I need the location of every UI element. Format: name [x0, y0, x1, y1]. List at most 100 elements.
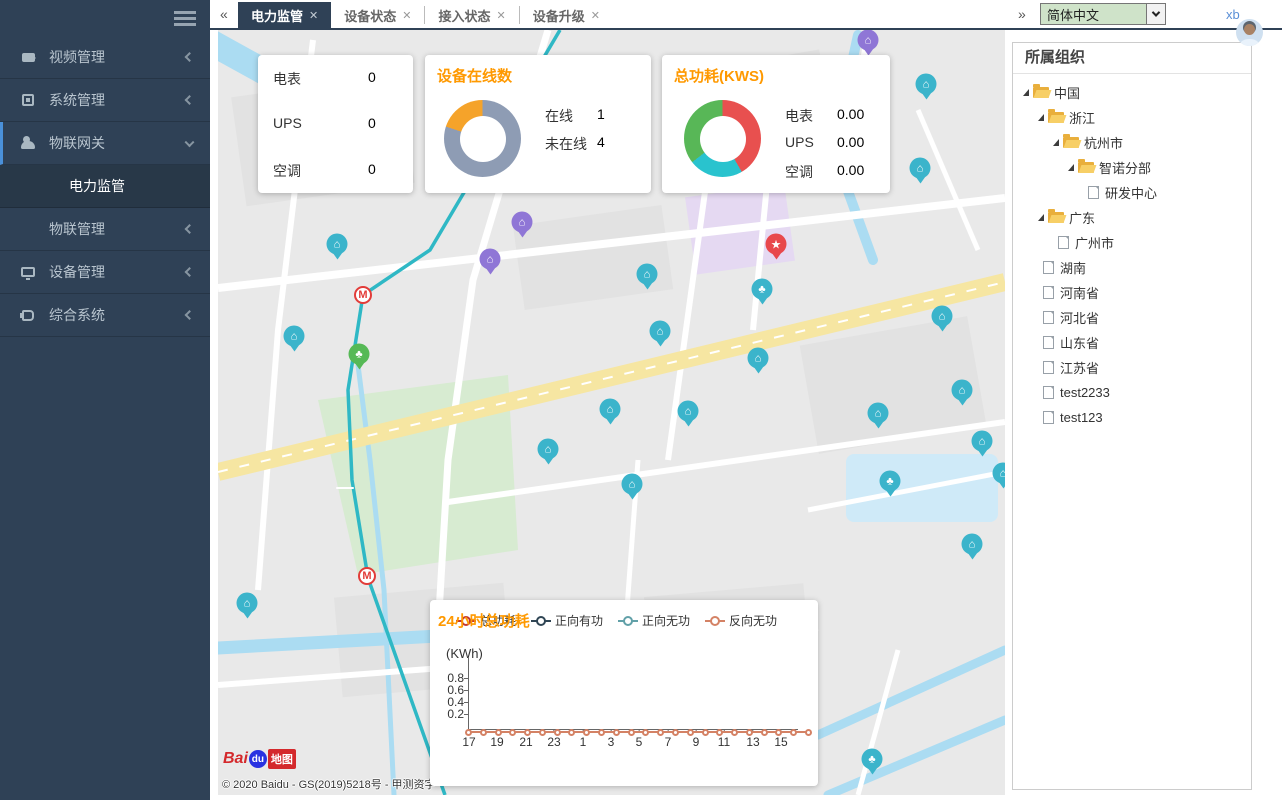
sidebar-item[interactable]: 物联管理: [0, 208, 210, 251]
tree-expander-icon[interactable]: [1023, 89, 1029, 96]
chart-legend-item[interactable]: 正向有功: [531, 612, 603, 629]
map-marker-icon[interactable]: ⌂: [916, 74, 937, 95]
collapse-tabs-icon[interactable]: «: [220, 6, 228, 22]
baidu-logo[interactable]: Bai du 地图: [223, 748, 296, 770]
map-marker-icon[interactable]: ⌂: [952, 380, 973, 401]
tab[interactable]: 电力监管 ✕: [238, 2, 331, 28]
map-marker-icon[interactable]: ⌂: [237, 593, 258, 614]
sidebar-item[interactable]: 系统管理: [0, 79, 210, 122]
tree-node-label: 浙江: [1069, 108, 1095, 127]
hamburger-menu-icon[interactable]: [174, 11, 196, 26]
marker-glyph: ⌂: [969, 538, 976, 550]
tree-expander-icon[interactable]: [1038, 214, 1044, 221]
tree-node[interactable]: test2233: [1013, 380, 1251, 405]
file-icon: [1043, 261, 1054, 274]
device-count-card: 电表 0 UPS 0 空调 0: [258, 55, 413, 193]
data-point-marker: [509, 729, 516, 736]
map-marker-icon[interactable]: ⌂: [327, 234, 348, 255]
legend-label: 正向有功: [555, 612, 603, 629]
tree-node[interactable]: 研发中心: [1013, 180, 1251, 205]
sidebar-item[interactable]: 综合系统: [0, 294, 210, 337]
map-marker-icon[interactable]: ⌂: [972, 431, 993, 452]
x-tick-label: 19: [490, 735, 503, 749]
map-marker-icon[interactable]: ⌂: [480, 249, 501, 270]
marker-glyph: ★: [771, 237, 782, 251]
baidu-map[interactable]: ⌂ ⌂ ⌂ ⌂ ⌂ ⌂ M ⌂ ♣ ★ ⌂ ♣: [218, 30, 1005, 795]
dropdown-arrow-icon[interactable]: [1146, 4, 1165, 24]
map-marker-icon[interactable]: ⌂: [637, 264, 658, 285]
tree-node[interactable]: 杭州市: [1013, 130, 1251, 155]
tree-node[interactable]: 广东: [1013, 205, 1251, 230]
map-marker-icon[interactable]: ⌂: [868, 403, 889, 424]
data-point-marker: [790, 729, 797, 736]
legend-row: 未在线 4: [545, 134, 645, 154]
map-marker-icon[interactable]: M: [354, 286, 372, 304]
tree-node[interactable]: 广州市: [1013, 230, 1251, 255]
folder-icon: [1063, 137, 1079, 148]
map-marker-icon[interactable]: ⌂: [538, 439, 559, 460]
map-marker-icon[interactable]: ⌂: [962, 534, 983, 555]
tree-node[interactable]: 江苏省: [1013, 355, 1251, 380]
tab-close-icon[interactable]: ✕: [591, 9, 600, 22]
tab[interactable]: 接入状态 ✕: [425, 6, 519, 24]
tree-node[interactable]: 河北省: [1013, 305, 1251, 330]
user-avatar[interactable]: [1236, 19, 1263, 46]
tree-node[interactable]: test123: [1013, 405, 1251, 430]
data-point-marker: [761, 729, 768, 736]
sidebar-item[interactable]: 物联网关: [0, 122, 210, 165]
map-marker-icon[interactable]: ⌂: [650, 321, 671, 342]
map-marker-icon[interactable]: ♣: [752, 279, 773, 300]
tab-close-icon[interactable]: ✕: [402, 9, 411, 22]
chart-legend-item[interactable]: 反向无功: [705, 612, 777, 629]
map-label: [336, 487, 354, 489]
expand-tabs-icon[interactable]: »: [1018, 6, 1026, 22]
tree-node[interactable]: 中国: [1013, 80, 1251, 105]
tree-expander-icon[interactable]: [1068, 164, 1074, 171]
tree-expander-icon[interactable]: [1053, 139, 1059, 146]
map-marker-icon[interactable]: ⌂: [622, 474, 643, 495]
map-marker-icon[interactable]: ⌂: [858, 30, 879, 51]
sidebar-item-icon: [18, 94, 38, 106]
marker-glyph: ⌂: [607, 403, 614, 415]
tab[interactable]: 设备升级 ✕: [520, 6, 613, 24]
organization-tree: 中国 浙江 杭州市 智诺分部 研发中心: [1013, 74, 1251, 430]
map-marker-icon[interactable]: ⌂: [748, 348, 769, 369]
sidebar-item[interactable]: 电力监管: [0, 165, 210, 208]
tab-close-icon[interactable]: ✕: [309, 9, 318, 22]
tree-node[interactable]: 山东省: [1013, 330, 1251, 355]
map-marker-icon[interactable]: M: [358, 567, 376, 585]
tree-node[interactable]: 浙江: [1013, 105, 1251, 130]
sidebar-item-label: 综合系统: [49, 305, 105, 325]
username-link[interactable]: xb: [1226, 7, 1240, 22]
chevron-icon: [185, 137, 195, 147]
sidebar-item[interactable]: 视频管理: [0, 36, 210, 79]
map-marker-icon[interactable]: ♣: [349, 344, 370, 365]
data-point-marker: [539, 729, 546, 736]
map-marker-icon[interactable]: ⌂: [910, 158, 931, 179]
tree-node[interactable]: 河南省: [1013, 280, 1251, 305]
legend-label: 反向无功: [729, 612, 777, 629]
map-marker-icon[interactable]: ★: [766, 234, 787, 255]
map-marker-icon[interactable]: ⌂: [932, 306, 953, 327]
stat-label: UPS: [273, 115, 302, 131]
tree-node[interactable]: 湖南: [1013, 255, 1251, 280]
marker-glyph: ⌂: [1000, 467, 1005, 479]
tree-expander-icon[interactable]: [1038, 114, 1044, 121]
tree-node[interactable]: 智诺分部: [1013, 155, 1251, 180]
map-marker-icon[interactable]: ⌂: [600, 399, 621, 420]
language-select[interactable]: 简体中文: [1040, 3, 1166, 25]
map-marker-icon[interactable]: ♣: [880, 471, 901, 492]
map-marker-icon[interactable]: ♣: [862, 749, 883, 770]
map-marker-icon[interactable]: ⌂: [512, 212, 533, 233]
map-marker-icon[interactable]: ⌂: [678, 401, 699, 422]
sidebar-item[interactable]: 设备管理: [0, 251, 210, 294]
x-tick-label: 21: [519, 735, 532, 749]
tab-close-icon[interactable]: ✕: [496, 9, 505, 22]
map-marker-icon[interactable]: ⌂: [284, 326, 305, 347]
data-point-marker: [716, 729, 723, 736]
tabs: 电力监管 ✕ 设备状态 ✕ 接入状态 ✕ 设备升级 ✕: [238, 2, 613, 28]
stat-value: 0: [368, 115, 376, 131]
sidebar-item-icon: [18, 267, 38, 277]
chart-legend-item[interactable]: 正向无功: [618, 612, 690, 629]
tab[interactable]: 设备状态 ✕: [331, 6, 425, 24]
